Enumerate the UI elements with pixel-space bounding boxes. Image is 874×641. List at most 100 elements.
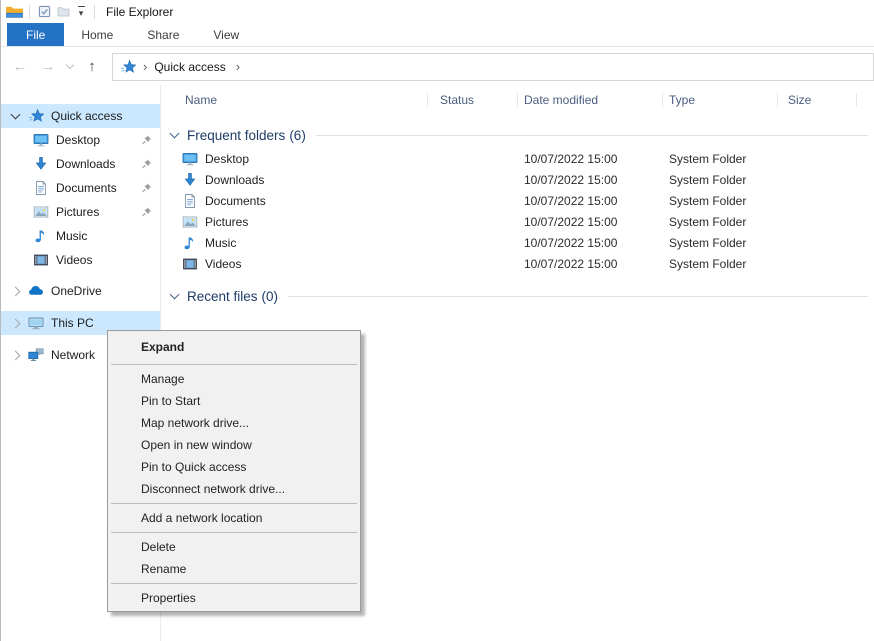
- column-header-name[interactable]: Name: [161, 85, 428, 115]
- menu-item-expand[interactable]: Expand: [108, 333, 360, 361]
- group-label: Frequent folders: [187, 128, 285, 143]
- group-underline: [316, 135, 868, 136]
- new-folder-quick-button[interactable]: [54, 2, 73, 21]
- properties-quick-button[interactable]: [35, 2, 54, 21]
- pin-icon: [141, 183, 152, 194]
- documents-icon: [33, 180, 49, 196]
- file-type: System Folder: [663, 173, 778, 187]
- music-icon: [182, 235, 198, 251]
- file-row-pictures[interactable]: Pictures 10/07/2022 15:00 System Folder: [161, 211, 874, 232]
- tab-view[interactable]: View: [196, 23, 256, 46]
- desktop-icon: [182, 151, 198, 167]
- file-row-desktop[interactable]: Desktop 10/07/2022 15:00 System Folder: [161, 148, 874, 169]
- group-label: Recent files: [187, 289, 258, 304]
- column-header-type[interactable]: Type: [663, 85, 778, 115]
- menu-item-properties[interactable]: Properties: [108, 587, 360, 609]
- chevron-down-icon: [66, 61, 74, 69]
- recent-locations-button[interactable]: [62, 65, 78, 68]
- menu-item-open-in-new-window[interactable]: Open in new window: [108, 434, 360, 456]
- expand-chevron-icon[interactable]: [8, 352, 22, 359]
- expand-chevron-icon[interactable]: [8, 320, 22, 327]
- window-title: File Explorer: [106, 5, 173, 19]
- column-header-size[interactable]: Size: [778, 85, 857, 115]
- menu-item-manage[interactable]: Manage: [108, 368, 360, 390]
- customize-quick-access-toolbar-button[interactable]: ▾: [73, 6, 89, 18]
- breadcrumb-quick-access[interactable]: Quick access: [154, 60, 225, 74]
- pin-icon: [141, 159, 152, 170]
- properties-icon: [38, 5, 51, 18]
- ribbon-tab-bar: File Home Share View: [0, 23, 874, 47]
- navigation-bar: ← → ↑ › Quick access ›: [0, 47, 874, 87]
- expand-chevron-icon[interactable]: [8, 288, 22, 295]
- file-date-modified: 10/07/2022 15:00: [518, 152, 663, 166]
- sidebar-item-onedrive[interactable]: OneDrive: [0, 279, 160, 303]
- tab-home[interactable]: Home: [64, 23, 130, 46]
- tab-file[interactable]: File: [7, 23, 64, 46]
- quick-access-star-icon: [28, 108, 44, 124]
- file-row-videos[interactable]: Videos 10/07/2022 15:00 System Folder: [161, 253, 874, 274]
- file-name: Downloads: [205, 173, 264, 187]
- breadcrumb-chevron-icon[interactable]: ›: [236, 60, 240, 73]
- group-underline: [288, 296, 868, 297]
- column-header-status[interactable]: Status: [428, 85, 518, 115]
- menu-item-map-network-drive[interactable]: Map network drive...: [108, 412, 360, 434]
- sidebar-item-label: OneDrive: [51, 284, 102, 298]
- file-row-downloads[interactable]: Downloads 10/07/2022 15:00 System Folder: [161, 169, 874, 190]
- file-date-modified: 10/07/2022 15:00: [518, 173, 663, 187]
- column-header-row: Name Status Date modified Type Size: [161, 85, 874, 115]
- menu-item-add-a-network-location[interactable]: Add a network location: [108, 507, 360, 529]
- address-bar[interactable]: › Quick access ›: [112, 53, 874, 81]
- group-header-recent-files[interactable]: Recent files (0): [161, 286, 874, 306]
- sidebar-item-music[interactable]: Music: [0, 224, 160, 248]
- file-type: System Folder: [663, 194, 778, 208]
- column-header-date-modified[interactable]: Date modified: [518, 85, 663, 115]
- collapse-chevron-icon[interactable]: [8, 114, 22, 118]
- collapse-chevron-icon: [168, 133, 180, 137]
- forward-button[interactable]: →: [34, 58, 62, 75]
- collapse-chevron-icon: [168, 294, 180, 298]
- file-type: System Folder: [663, 152, 778, 166]
- file-type: System Folder: [663, 257, 778, 271]
- group-count: (0): [262, 289, 279, 304]
- file-date-modified: 10/07/2022 15:00: [518, 257, 663, 271]
- downloads-icon: [33, 156, 49, 172]
- music-icon: [33, 228, 49, 244]
- sidebar-item-label: Desktop: [56, 133, 100, 147]
- network-icon: [28, 347, 44, 363]
- menu-item-rename[interactable]: Rename: [108, 558, 360, 580]
- this-pc-monitor-icon: [28, 315, 44, 331]
- menu-item-delete[interactable]: Delete: [108, 536, 360, 558]
- sidebar-item-label: Downloads: [56, 157, 115, 171]
- sidebar-item-label: Network: [51, 348, 95, 362]
- group-header-frequent-folders[interactable]: Frequent folders (6): [161, 125, 874, 145]
- sidebar-item-documents[interactable]: Documents: [0, 176, 160, 200]
- file-row-music[interactable]: Music 10/07/2022 15:00 System Folder: [161, 232, 874, 253]
- tab-share[interactable]: Share: [130, 23, 196, 46]
- sidebar-item-videos[interactable]: Videos: [0, 248, 160, 272]
- breadcrumb-chevron-icon[interactable]: ›: [143, 60, 147, 73]
- sidebar-item-pictures[interactable]: Pictures: [0, 200, 160, 224]
- file-name: Music: [205, 236, 236, 250]
- toolbar-separator: [29, 5, 30, 19]
- title-bar: ▾ File Explorer: [0, 0, 874, 23]
- sidebar-item-downloads[interactable]: Downloads: [0, 152, 160, 176]
- sidebar-item-label: Music: [56, 229, 87, 243]
- back-button[interactable]: ←: [6, 58, 34, 75]
- sidebar-item-label: Videos: [56, 253, 92, 267]
- file-name: Pictures: [205, 215, 248, 229]
- sidebar-item-desktop[interactable]: Desktop: [0, 128, 160, 152]
- menu-item-pin-to-quick-access[interactable]: Pin to Quick access: [108, 456, 360, 478]
- sidebar-item-quick-access[interactable]: Quick access: [0, 104, 160, 128]
- file-type: System Folder: [663, 236, 778, 250]
- new-folder-icon: [57, 5, 70, 18]
- menu-item-disconnect-network-drive[interactable]: Disconnect network drive...: [108, 478, 360, 500]
- documents-icon: [182, 193, 198, 209]
- up-button[interactable]: ↑: [78, 58, 106, 75]
- videos-icon: [33, 252, 49, 268]
- sidebar-item-label: Documents: [56, 181, 117, 195]
- onedrive-cloud-icon: [28, 283, 44, 299]
- file-row-documents[interactable]: Documents 10/07/2022 15:00 System Folder: [161, 190, 874, 211]
- menu-separator: [111, 583, 357, 584]
- menu-item-pin-to-start[interactable]: Pin to Start: [108, 390, 360, 412]
- sidebar-item-label: Pictures: [56, 205, 99, 219]
